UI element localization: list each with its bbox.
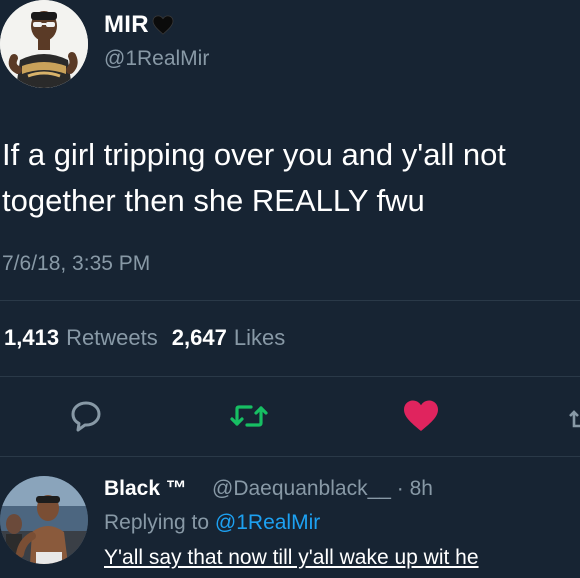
reply-button[interactable] bbox=[68, 398, 104, 439]
divider-middle bbox=[0, 376, 580, 377]
divider-bottom bbox=[0, 456, 580, 457]
replying-to-mention[interactable]: @1RealMir bbox=[215, 511, 320, 534]
retweets-label: Retweets bbox=[66, 325, 158, 350]
replying-to-label: Replying to bbox=[104, 511, 210, 534]
reply-author-handle-time[interactable]: @Daequanblack__ · 8h bbox=[212, 477, 433, 501]
divider-top bbox=[0, 300, 580, 301]
likes-count: 2,647 bbox=[171, 325, 227, 350]
likes-stat[interactable]: 2,647 Likes bbox=[172, 325, 285, 351]
retweet-icon bbox=[230, 405, 268, 427]
share-button[interactable] bbox=[564, 398, 580, 439]
retweet-button[interactable] bbox=[230, 398, 268, 439]
share-icon bbox=[569, 410, 580, 428]
likes-label: Likes bbox=[233, 325, 286, 350]
tweet-stats: 1,413 Retweets 2,647 Likes bbox=[4, 325, 285, 351]
reply-author-avatar[interactable] bbox=[0, 476, 88, 564]
reply-bubble-icon bbox=[71, 401, 101, 432]
reply-avatar-image bbox=[0, 476, 88, 564]
heart-icon bbox=[404, 400, 438, 431]
author-display-name[interactable]: MIR bbox=[104, 11, 174, 39]
like-button[interactable] bbox=[402, 398, 440, 439]
black-heart-icon bbox=[152, 15, 174, 35]
reply-author-name[interactable]: Black ™ bbox=[104, 477, 187, 501]
retweets-count: 1,413 bbox=[4, 325, 60, 350]
tweet-timestamp[interactable]: 7/6/18, 3:35 PM bbox=[2, 252, 150, 276]
tweet-text: If a girl tripping over you and y'all no… bbox=[2, 137, 506, 218]
replying-to-line: Replying to @1RealMir bbox=[104, 511, 320, 535]
reply-tweet-text: Y'all say that now till y'all wake up wi… bbox=[104, 546, 479, 569]
author-avatar-image bbox=[0, 0, 88, 88]
author-handle[interactable]: @1RealMir bbox=[104, 47, 209, 71]
author-display-name-text: MIR bbox=[104, 11, 149, 38]
retweets-stat[interactable]: 1,413 Retweets bbox=[4, 325, 158, 351]
author-avatar[interactable] bbox=[0, 0, 88, 88]
